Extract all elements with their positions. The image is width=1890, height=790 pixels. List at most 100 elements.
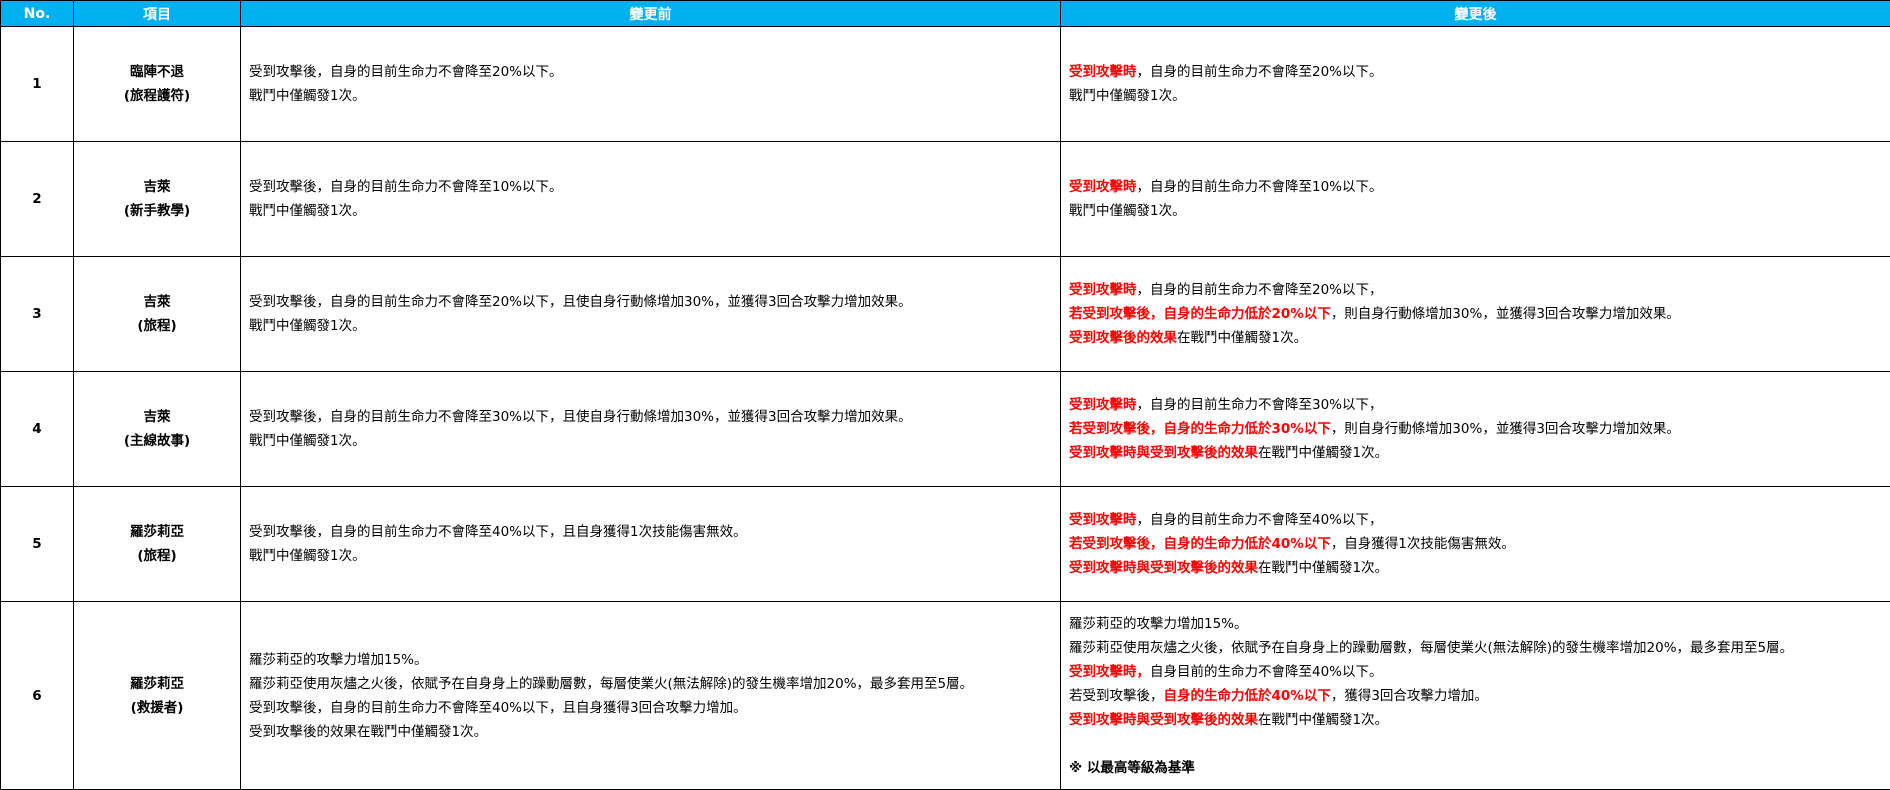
after-highlight-text: 受到攻擊後的效果 [1069,330,1177,346]
after-line: 若受到攻擊後，自身的生命力低於40%以下，自身獲得1次技能傷害無效。 [1069,532,1882,556]
after-text: ，自身獲得1次技能傷害無效。 [1330,536,1515,552]
item-name-line: (旅程) [137,318,177,334]
before-description: 受到攻擊後，自身的目前生命力不會降至40%以下，且自身獲得1次技能傷害無效。 戰鬥… [240,486,1061,602]
after-text: 羅莎莉亞使用灰燼之火後，依賦予在自身身上的躁動層數，每層使業火(無法解除)的發生… [1069,639,1794,656]
table-row: 3 吉萊 (旅程) 受到攻擊後，自身的目前生命力不會降至20%以下，且使自身行動條增加… [0,256,1890,372]
after-highlight-text: 若受到攻擊後，自身的生命力低於40%以下 [1069,536,1331,552]
after-text: ，獲得3回合攻擊力增加。 [1330,687,1488,704]
before-line: 受到攻擊後，自身的目前生命力不會降至20%以下。 [249,60,1052,84]
before-text: 受到攻擊後，自身的目前生命力不會降至30%以下，且使自身行動條增加30%，並獲得… [249,409,912,425]
row-number: 1 [0,26,74,142]
after-text: 戰鬥中僅觸發1次。 [1069,88,1186,104]
item-name: 吉萊 (主線故事) [73,371,241,487]
after-line: 受到攻擊時，自身的目前生命力不會降至20%以下。 [1069,60,1882,84]
header-before: 變更前 [240,0,1061,27]
item-name-line: (主線故事) [123,433,191,449]
after-line: 受到攻擊時與受到攻擊後的效果在戰鬥中僅觸發1次。 [1069,708,1882,732]
after-line: 若受到攻擊後，自身的生命力低於20%以下，則自身行動條增加30%，並獲得3回合攻… [1069,302,1882,326]
row-number: 2 [0,141,74,257]
after-highlight-text: 若受到攻擊後，自身的生命力低於20%以下 [1069,306,1331,322]
after-line: 受到攻擊時，自身的目前生命力不會降至20%以下， [1069,278,1882,302]
before-text: 戰鬥中僅觸發1次。 [249,433,366,449]
after-text: ，自身的目前生命力不會降至30%以下， [1136,397,1383,413]
after-highlight-text: 受到攻擊時與受到攻擊後的效果 [1069,711,1258,728]
before-text: 羅莎莉亞使用灰燼之火後，依賦予在自身身上的躁動層數，每層使業火(無法解除)的發生… [249,675,974,692]
after-highlight-text: 受到攻擊時與受到攻擊後的效果 [1069,445,1258,461]
before-description: 羅莎莉亞的攻擊力增加15%。羅莎莉亞使用灰燼之火後，依賦予在自身身上的躁動層數，… [240,601,1061,790]
before-line: 戰鬥中僅觸發1次。 [249,429,1052,453]
before-line: 受到攻擊後，自身的目前生命力不會降至20%以下，且使自身行動條增加30%，並獲得… [249,290,1052,314]
before-line: 戰鬥中僅觸發1次。 [249,314,1052,338]
item-name: 吉萊 (新手教學) [73,141,241,257]
table-body: 1 臨陣不退 (旅程護符) 受到攻擊後，自身的目前生命力不會降至20%以下。 戰鬥中僅觸… [0,26,1890,790]
after-line: 羅莎莉亞使用灰燼之火後，依賦予在自身身上的躁動層數，每層使業火(無法解除)的發生… [1069,636,1882,660]
after-line: 受到攻擊時與受到攻擊後的效果在戰鬥中僅觸發1次。 [1069,441,1882,465]
header-after: 變更後 [1060,0,1890,27]
after-line: 若受到攻擊後，自身的生命力低於40%以下，獲得3回合攻擊力增加。 [1069,684,1882,708]
after-highlight-text: 受到攻擊時 [1069,282,1137,298]
before-text: 戰鬥中僅觸發1次。 [249,318,366,334]
after-highlight-text: 若受到攻擊後，自身的生命力低於30%以下 [1069,421,1331,437]
after-text: 在戰鬥中僅觸發1次。 [1258,445,1389,461]
after-text: ，自身的目前生命力不會降至20%以下。 [1136,64,1383,80]
row-number: 4 [0,371,74,487]
item-name: 羅莎莉亞 (旅程) [73,486,241,602]
header-item: 項目 [73,0,241,27]
footnote: ※ 以最高等級為基準 [1069,759,1195,776]
row-number: 3 [0,256,74,372]
item-name-line: 羅莎莉亞 [130,675,184,692]
item-name-line: (救援者) [130,699,184,716]
after-description: 受到攻擊時，自身的目前生命力不會降至10%以下。戰鬥中僅觸發1次。 [1060,141,1890,257]
after-text: 自身目前的生命力不會降至40%以下。 [1150,663,1383,680]
before-text: 受到攻擊後，自身的目前生命力不會降至10%以下。 [249,179,563,195]
before-text: 戰鬥中僅觸發1次。 [249,548,366,564]
item-name-line: 吉萊 [143,294,171,310]
after-text: 戰鬥中僅觸發1次。 [1069,203,1186,219]
header-row: No. 項目 變更前 變更後 [0,0,1890,27]
item-name: 羅莎莉亞 (救援者) [73,601,241,790]
before-line: 羅莎莉亞的攻擊力增加15%。 [249,648,1052,672]
before-description: 受到攻擊後，自身的目前生命力不會降至30%以下，且使自身行動條增加30%，並獲得… [240,371,1061,487]
before-text: 受到攻擊後，自身的目前生命力不會降至20%以下。 [249,64,563,80]
table-row: 6 羅莎莉亞 (救援者) 羅莎莉亞的攻擊力增加15%。 羅莎莉亞使用灰燼之火後，依賦予在… [0,601,1890,790]
before-text: 受到攻擊後，自身的目前生命力不會降至20%以下，且使自身行動條增加30%，並獲得… [249,294,912,310]
after-text: 在戰鬥中僅觸發1次。 [1258,560,1389,576]
table-row: 5 羅莎莉亞 (旅程) 受到攻擊後，自身的目前生命力不會降至40%以下，且自身獲得1次… [0,486,1890,602]
item-name: 臨陣不退 (旅程護符) [73,26,241,142]
item-name-line: (旅程) [137,548,177,564]
after-highlight-text: 受到攻擊時 [1069,64,1137,80]
before-line: 受到攻擊後的效果在戰鬥中僅觸發1次。 [249,720,1052,744]
after-text: ，自身的目前生命力不會降至20%以下， [1136,282,1383,298]
before-line: 受到攻擊後，自身的目前生命力不會降至30%以下，且使自身行動條增加30%，並獲得… [249,405,1052,429]
after-highlight-text: 自身的生命力低於40%以下 [1163,687,1331,704]
after-highlight-text: 受到攻擊時與受到攻擊後的效果 [1069,560,1258,576]
after-line: 受到攻擊時，自身目前的生命力不會降至40%以下。 [1069,660,1882,684]
before-line: 戰鬥中僅觸發1次。 [249,199,1052,223]
after-line: 戰鬥中僅觸發1次。 [1069,199,1882,223]
after-description: 羅莎莉亞的攻擊力增加15%。羅莎莉亞使用灰燼之火後，依賦予在自身身上的躁動層數，… [1060,601,1890,790]
before-text: 受到攻擊後，自身的目前生命力不會降至40%以下，且自身獲得3回合攻擊力增加。 [249,699,747,716]
item-name-line: (新手教學) [123,203,191,219]
after-line: 受到攻擊後的效果在戰鬥中僅觸發1次。 [1069,326,1882,350]
table-row: 4 吉萊 (主線故事) 受到攻擊後，自身的目前生命力不會降至30%以下，且使自身行動條… [0,371,1890,487]
before-line: 受到攻擊後，自身的目前生命力不會降至40%以下，且自身獲得3回合攻擊力增加。 [249,696,1052,720]
before-line: 戰鬥中僅觸發1次。 [249,544,1052,568]
before-description: 受到攻擊後，自身的目前生命力不會降至10%以下。 戰鬥中僅觸發1次。 [240,141,1061,257]
after-line: 受到攻擊時，自身的目前生命力不會降至30%以下， [1069,393,1882,417]
after-description: 受到攻擊時，自身的目前生命力不會降至40%以下， 若受到攻擊後，自身的生命力低於4… [1060,486,1890,602]
after-highlight-text: 受到攻擊時， [1069,663,1150,680]
after-text: ，則自身行動條增加30%，並獲得3回合攻擊力增加效果。 [1330,306,1680,322]
item-name-line: 羅莎莉亞 [130,524,184,540]
row-number: 6 [0,601,74,790]
after-highlight-text: 受到攻擊時 [1069,512,1137,528]
before-text: 戰鬥中僅觸發1次。 [249,203,366,219]
before-text: 受到攻擊後的效果在戰鬥中僅觸發1次。 [249,723,488,740]
after-text: 羅莎莉亞的攻擊力增加15%。 [1069,615,1248,632]
item-name-line: 臨陣不退 [130,64,184,80]
before-text: 羅莎莉亞的攻擊力增加15%。 [249,651,428,668]
header-no: No. [0,0,74,27]
after-line: 羅莎莉亞的攻擊力增加15%。 [1069,612,1882,636]
after-text: 在戰鬥中僅觸發1次。 [1258,711,1389,728]
after-line: 受到攻擊時，自身的目前生命力不會降至40%以下， [1069,508,1882,532]
after-line: 受到攻擊時，自身的目前生命力不會降至10%以下。 [1069,175,1882,199]
